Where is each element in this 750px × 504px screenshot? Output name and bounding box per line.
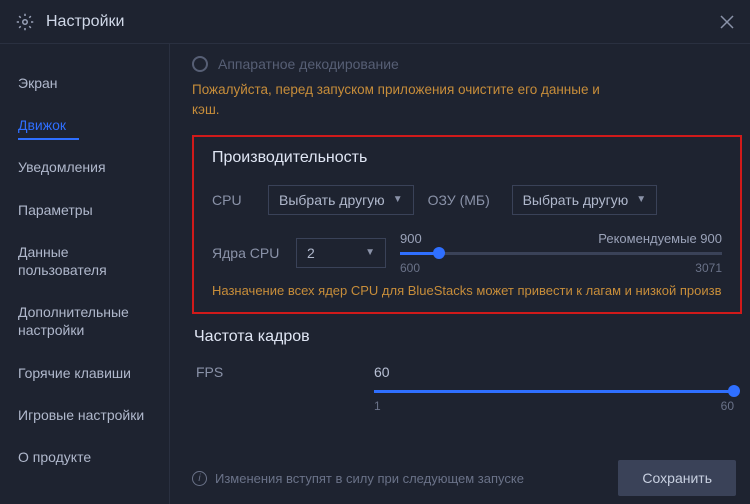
cpu-select[interactable]: Выбрать другую ▼	[268, 185, 414, 215]
cpu-label: CPU	[212, 192, 254, 208]
fps-min: 1	[374, 399, 381, 413]
content-panel: Аппаратное декодирование Пожалуйста, пер…	[170, 44, 750, 504]
sidebar-item-label: Уведомления	[18, 159, 106, 175]
chevron-down-icon: ▼	[365, 247, 375, 258]
sidebar-item-label: О продукте	[18, 449, 91, 465]
slider-thumb[interactable]	[728, 385, 740, 397]
save-button[interactable]: Сохранить	[618, 460, 736, 496]
sidebar-item-label: Движок	[18, 117, 66, 133]
sidebar-item-notifications[interactable]: Уведомления	[0, 146, 169, 188]
ram-recommended: Рекомендуемые 900	[598, 231, 722, 246]
ram-label: ОЗУ (МБ)	[428, 192, 498, 208]
info-icon: i	[192, 471, 207, 486]
sidebar-item-userdata[interactable]: Данные пользователя	[0, 231, 169, 291]
sidebar-item-engine[interactable]: Движок	[0, 104, 169, 146]
framerate-title: Частота кадров	[194, 328, 750, 346]
sidebar-item-label: Параметры	[18, 202, 93, 218]
cores-select[interactable]: 2 ▼	[296, 238, 386, 268]
slider-track	[374, 390, 734, 393]
ram-slider[interactable]: 900 Рекомендуемые 900 600 3071	[400, 231, 722, 275]
sidebar-item-label: Игровые настройки	[18, 407, 144, 423]
slider-thumb[interactable]	[433, 247, 445, 259]
sidebar-item-gamesettings[interactable]: Игровые настройки	[0, 394, 169, 436]
sidebar: Экран Движок Уведомления Параметры Данны…	[0, 44, 170, 504]
chevron-down-icon: ▼	[393, 194, 403, 205]
chevron-down-icon: ▼	[636, 194, 646, 205]
footer: i Изменения вступят в силу при следующем…	[192, 460, 736, 496]
fps-slider[interactable]: 60 1 60	[374, 364, 734, 413]
close-button[interactable]	[720, 15, 734, 29]
ram-max: 3071	[695, 261, 722, 275]
header: Настройки	[0, 0, 750, 44]
sidebar-item-advanced[interactable]: Дополнительные настройки	[0, 291, 169, 351]
framerate-section: Частота кадров FPS 60 1 60	[192, 328, 750, 413]
hw-decoding-option[interactable]: Аппаратное декодирование	[192, 56, 750, 72]
fps-value: 60	[374, 364, 734, 380]
ram-min: 600	[400, 261, 420, 275]
cores-select-value: 2	[307, 245, 315, 261]
save-button-label: Сохранить	[642, 470, 712, 486]
cores-label: Ядра CPU	[212, 245, 282, 261]
sidebar-item-label: Дополнительные настройки	[18, 304, 129, 338]
hw-decoding-label: Аппаратное декодирование	[218, 56, 399, 72]
sidebar-item-about[interactable]: О продукте	[0, 436, 169, 478]
ram-current-value: 900	[400, 231, 422, 246]
radio-icon	[192, 56, 208, 72]
sidebar-item-screen[interactable]: Экран	[0, 62, 169, 104]
sidebar-item-label: Экран	[18, 75, 58, 91]
gear-icon	[16, 13, 34, 31]
slider-track	[400, 252, 722, 255]
performance-title: Производительность	[212, 149, 722, 167]
ram-select[interactable]: Выбрать другую ▼	[512, 185, 658, 215]
footer-info-text: Изменения вступят в силу при следующем з…	[215, 471, 524, 486]
sidebar-item-hotkeys[interactable]: Горячие клавиши	[0, 352, 169, 394]
ram-select-value: Выбрать другую	[523, 192, 629, 208]
fps-label: FPS	[194, 364, 346, 380]
performance-section: Производительность CPU Выбрать другую ▼ …	[192, 135, 742, 314]
settings-title: Настройки	[46, 13, 720, 31]
fps-max: 60	[721, 399, 734, 413]
sidebar-item-parameters[interactable]: Параметры	[0, 189, 169, 231]
footer-info: i Изменения вступят в силу при следующем…	[192, 471, 524, 486]
cpu-warning: Назначение всех ядер CPU для BlueStacks …	[212, 283, 722, 298]
sidebar-item-label: Горячие клавиши	[18, 365, 131, 381]
sidebar-item-label: Данные пользователя	[18, 244, 107, 278]
decoding-warning: Пожалуйста, перед запуском приложения оч…	[192, 80, 612, 121]
cpu-select-value: Выбрать другую	[279, 192, 385, 208]
